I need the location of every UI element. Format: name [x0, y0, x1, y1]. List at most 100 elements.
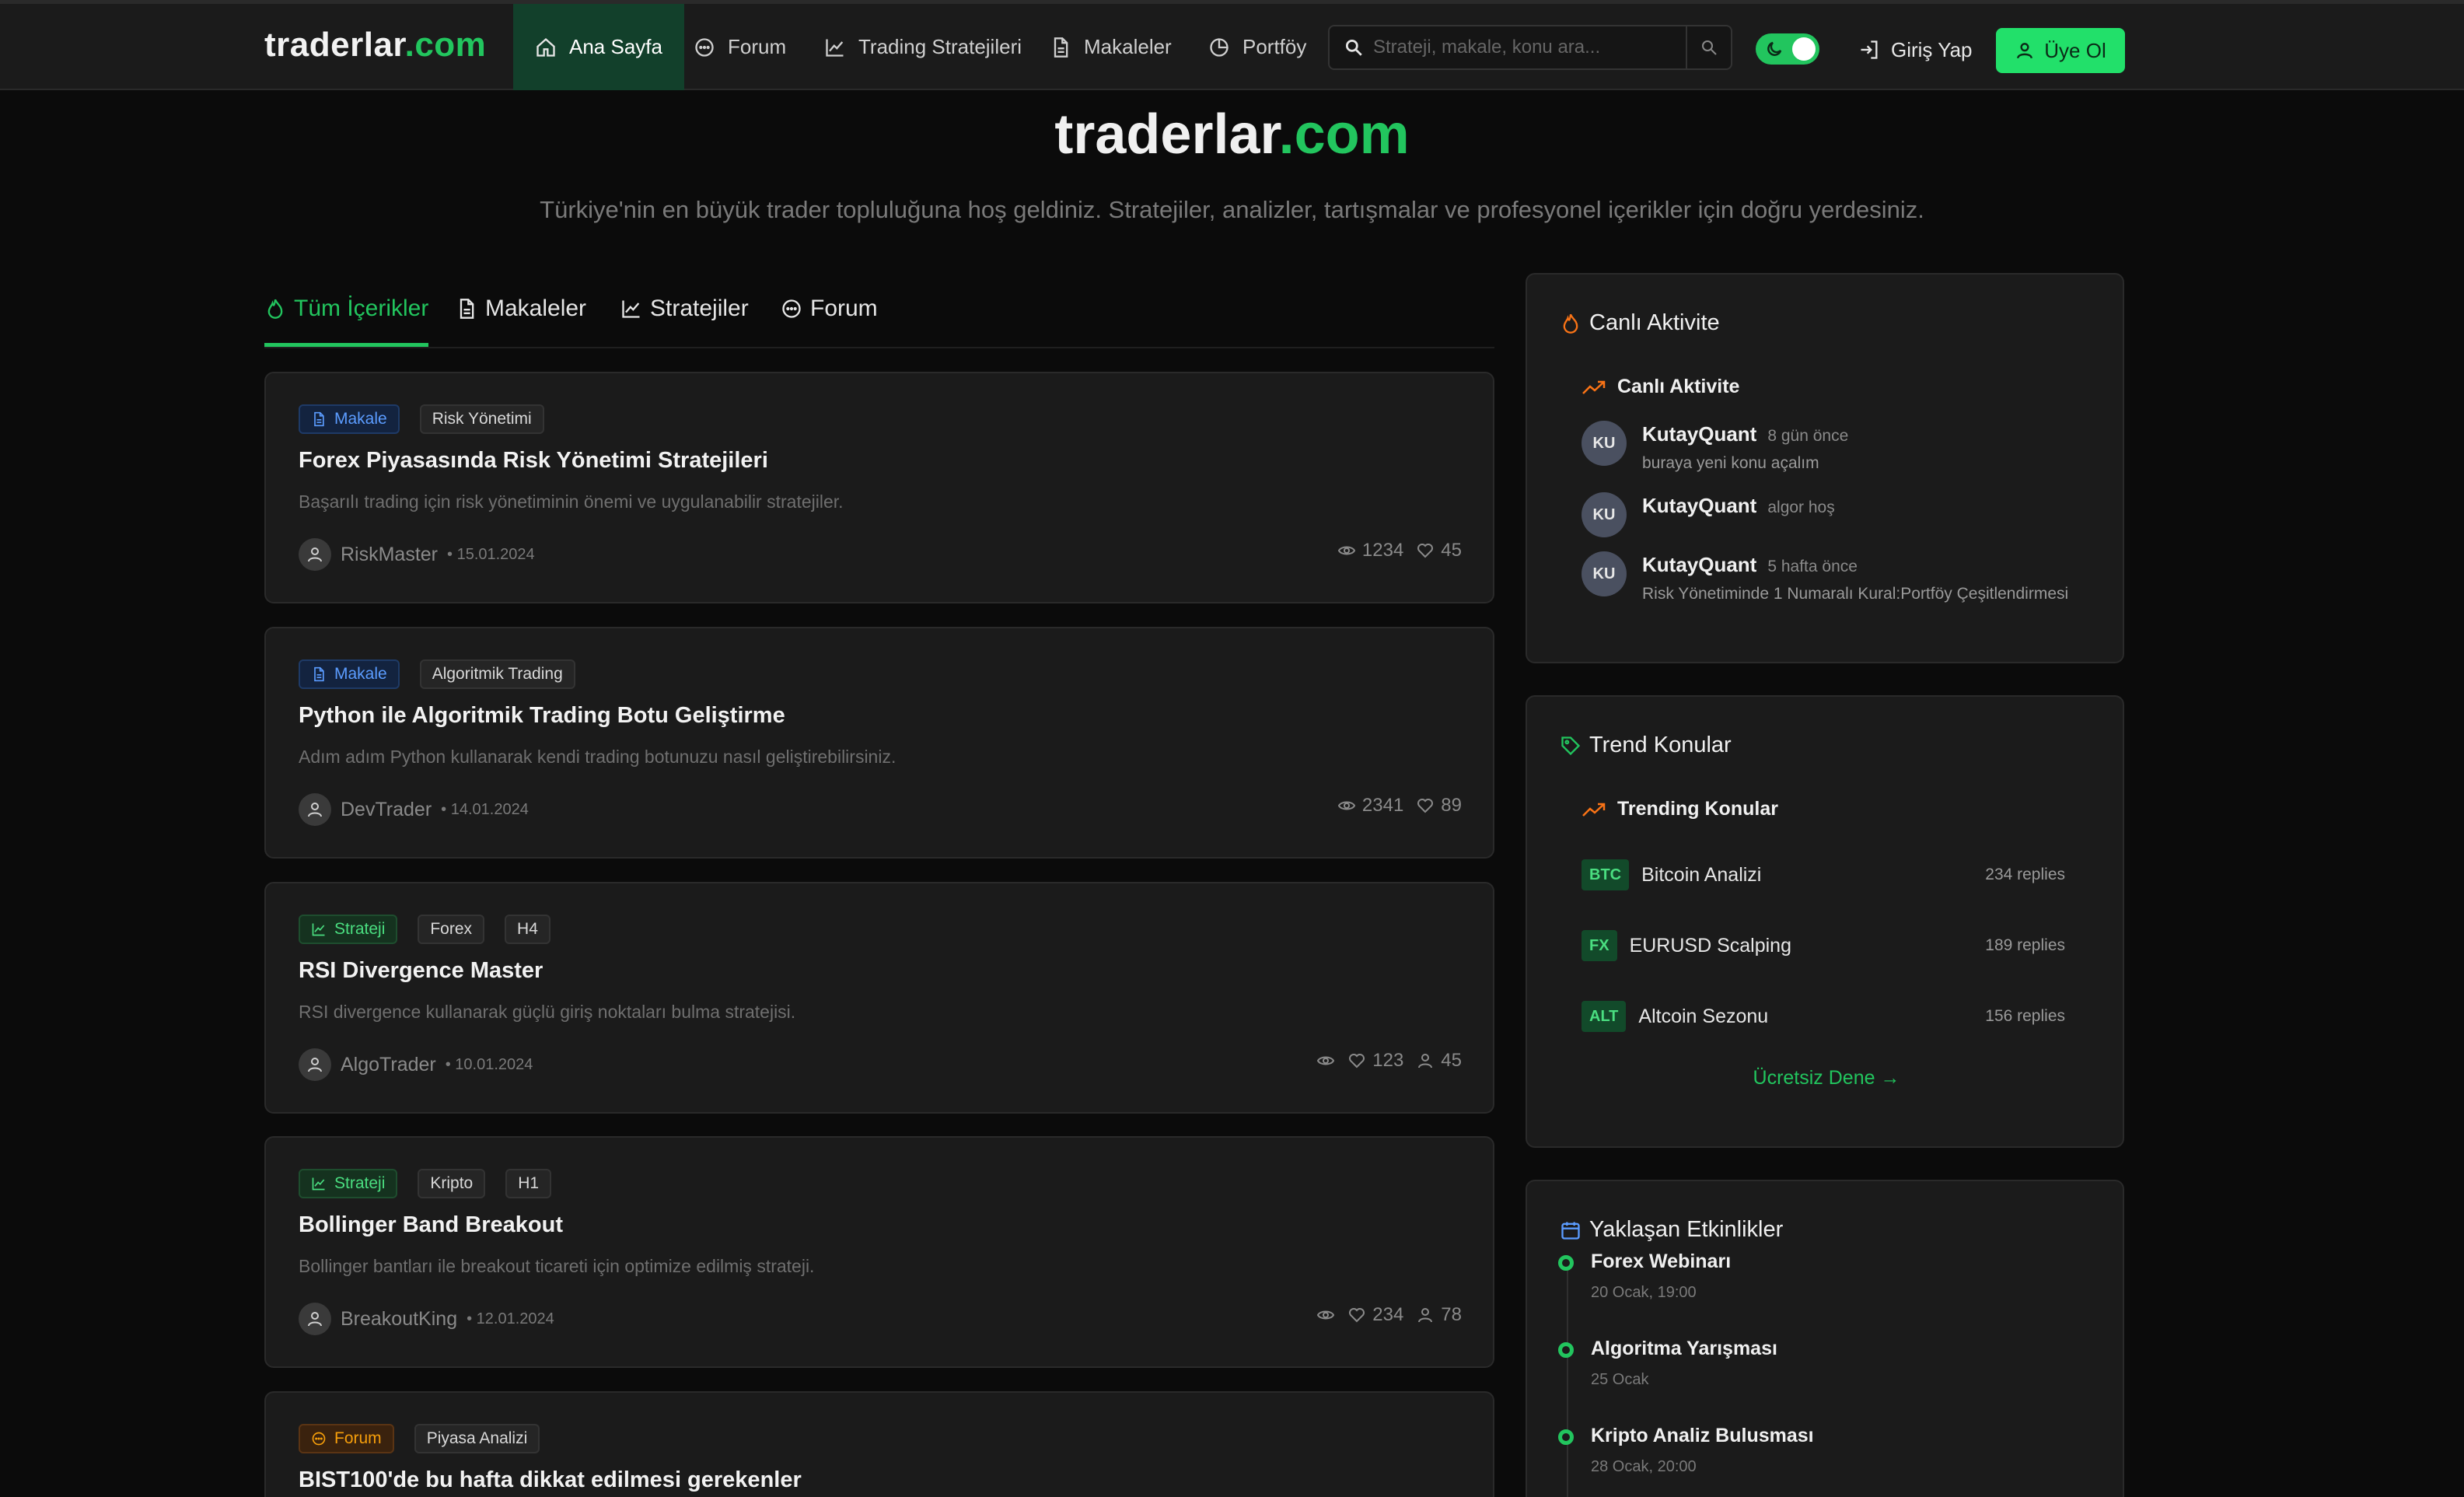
search-input[interactable] — [1373, 37, 1684, 58]
tag-badge[interactable]: H1 — [505, 1169, 552, 1198]
user-icon — [308, 1312, 322, 1327]
live-activity-panel: Canlı Aktivite Canlı Aktivite KU KutayQu… — [1526, 273, 2124, 663]
free-trial-link[interactable]: Ücretsiz Dene → — [1527, 1067, 2126, 1090]
trending-item[interactable]: FX EURUSD Scalping 189 replies — [1582, 929, 2065, 962]
event-item[interactable]: Kripto Analiz Bulusması 28 Ocak, 20:00 — [1558, 1425, 1814, 1476]
activity-item[interactable]: KU KutayQuant 5 hafta önce Risk Yönetimin… — [1582, 551, 2068, 603]
like-button[interactable]: 123 — [1347, 1050, 1403, 1072]
search-icon — [1702, 40, 1717, 55]
content-card[interactable]: Forum Piyasa Analizi BIST100'de bu hafta… — [264, 1391, 1494, 1497]
activity-user[interactable]: KutayQuant — [1642, 494, 1756, 518]
type-badge-article[interactable]: Makale — [299, 659, 400, 689]
card-title[interactable]: BIST100'de bu hafta dikkat edilmesi gere… — [299, 1467, 802, 1493]
activity-user[interactable]: KutayQuant — [1642, 553, 1756, 577]
signup-button[interactable]: Üye Ol — [1996, 28, 2125, 73]
like-count: 123 — [1372, 1050, 1404, 1071]
eye-icon — [1317, 1056, 1335, 1065]
trend-code-badge: FX — [1582, 930, 1617, 961]
login-button[interactable]: Giriş Yap — [1858, 28, 1973, 72]
document-icon — [314, 411, 324, 427]
nav-item-forum[interactable]: Forum — [672, 4, 808, 90]
type-badge-forum[interactable]: Forum — [299, 1424, 394, 1453]
avatar — [299, 1048, 331, 1081]
trending-item[interactable]: BTC Bitcoin Analizi 234 replies — [1582, 859, 2065, 891]
like-button[interactable]: 45 — [1416, 540, 1462, 561]
logo-main: traderlar — [264, 26, 405, 64]
tab-forum[interactable]: Forum — [781, 296, 878, 347]
heart-icon — [1417, 544, 1434, 558]
author-name[interactable]: BreakoutKing — [341, 1308, 457, 1331]
activity-time: 5 hafta önce — [1767, 558, 1858, 575]
content-card[interactable]: Strateji Kripto H1 Bollinger Band Breako… — [264, 1136, 1494, 1368]
tag-badge[interactable]: Risk Yönetimi — [419, 404, 544, 434]
nav-item-portfolio[interactable]: Portföy — [1187, 4, 1328, 90]
logo-tld: .com — [404, 26, 487, 64]
nav-item-label: Portföy — [1242, 35, 1307, 58]
tag-badge[interactable]: Kripto — [418, 1169, 486, 1198]
card-title[interactable]: Bollinger Band Breakout — [299, 1212, 563, 1238]
card-title[interactable]: Forex Piyasasında Risk Yönetimi Strateji… — [299, 448, 768, 474]
avatar — [299, 1303, 331, 1335]
home-icon — [536, 37, 555, 57]
content-card[interactable]: Makale Risk Yönetimi Forex Piyasasında R… — [264, 372, 1494, 603]
chart-line-icon — [826, 39, 844, 57]
timeline-dot — [1558, 1429, 1574, 1445]
nav-item-home[interactable]: Ana Sayfa — [513, 4, 684, 90]
login-label: Giriş Yap — [1891, 37, 1973, 61]
nav-item-strategies[interactable]: Trading Stratejileri — [802, 4, 1043, 90]
card-title[interactable]: RSI Divergence Master — [299, 958, 543, 984]
author-name[interactable]: AlgoTrader — [341, 1054, 436, 1076]
tag-badge[interactable]: Algoritmik Trading — [419, 659, 575, 689]
user-icon — [1418, 1054, 1433, 1069]
like-button[interactable]: 234 — [1347, 1304, 1403, 1326]
activity-text[interactable]: buraya yeni konu açalım — [1642, 454, 1848, 473]
like-button[interactable]: 89 — [1416, 795, 1462, 817]
tab-all-content[interactable]: Tüm İçerikler — [264, 296, 429, 347]
activity-user[interactable]: KutayQuant — [1642, 422, 1756, 446]
hero-subtitle: Türkiye'nin en büyük trader topluluğuna … — [540, 196, 1924, 223]
card-description: RSI divergence kullanarak güçlü giriş no… — [299, 1002, 796, 1022]
author-name[interactable]: DevTrader — [341, 799, 432, 821]
user-icon — [308, 547, 322, 562]
trending-item[interactable]: ALT Altcoin Sezonu 156 replies — [1582, 1000, 2065, 1033]
badge-label: Strateji — [334, 920, 386, 938]
user-count: 45 — [1441, 1050, 1462, 1071]
card-title[interactable]: Python ile Algoritmik Trading Botu Geliş… — [299, 703, 785, 729]
hero-title-tld: .com — [1278, 103, 1410, 166]
author-name[interactable]: RiskMaster — [341, 544, 438, 566]
content-card[interactable]: Strateji Forex H4 RSI Divergence Master … — [264, 882, 1494, 1114]
heart-icon — [1417, 799, 1434, 813]
nav-item-label: Ana Sayfa — [569, 35, 662, 58]
tab-articles[interactable]: Makaleler — [456, 296, 586, 347]
type-badge-strategy[interactable]: Strateji — [299, 915, 398, 944]
search-icon — [1345, 39, 1362, 56]
content-card[interactable]: Makale Algoritmik Trading Python ile Alg… — [264, 627, 1494, 859]
theme-toggle[interactable] — [1756, 33, 1819, 65]
hero-title-main: traderlar — [1054, 103, 1279, 166]
panel-title-label: Canlı Aktivite — [1589, 310, 1720, 335]
activity-time: 8 gün önce — [1767, 427, 1849, 445]
event-item[interactable]: Algoritma Yarışması 25 Ocak — [1558, 1338, 1777, 1389]
event-name: Forex Webinarı — [1591, 1250, 1732, 1272]
document-icon — [1054, 37, 1068, 58]
type-badge-strategy[interactable]: Strateji — [299, 1169, 398, 1198]
search-button[interactable] — [1686, 26, 1731, 68]
user-icon — [1418, 1308, 1433, 1323]
tab-strategies[interactable]: Stratejiler — [620, 296, 749, 347]
type-badge-article[interactable]: Makale — [299, 404, 400, 434]
user-count: 78 — [1441, 1304, 1462, 1325]
activity-item[interactable]: KU KutayQuant 8 gün önce buraya yeni konu… — [1582, 421, 1848, 473]
activity-text[interactable]: Risk Yönetiminde 1 Numaralı Kural:Portfö… — [1642, 585, 2068, 603]
tab-label: Tüm İçerikler — [294, 296, 429, 321]
trend-name: EURUSD Scalping — [1629, 934, 1791, 957]
content-tabs: Tüm İçerikler Makaleler Stratejiler Foru… — [264, 282, 1494, 348]
like-count: 45 — [1441, 540, 1462, 561]
nav-item-articles[interactable]: Makaleler — [1028, 4, 1194, 90]
tag-badge[interactable]: Forex — [418, 915, 485, 944]
event-item[interactable]: Forex Webinarı 20 Ocak, 19:00 — [1558, 1250, 1731, 1302]
tag-badge[interactable]: H4 — [505, 915, 550, 944]
tag-badge[interactable]: Piyasa Analizi — [414, 1424, 540, 1453]
activity-item[interactable]: KU KutayQuant algor hoş — [1582, 492, 1835, 537]
card-description: Başarılı trading için risk yönetiminin ö… — [299, 491, 844, 512]
site-logo[interactable]: traderlar.com — [264, 26, 486, 65]
